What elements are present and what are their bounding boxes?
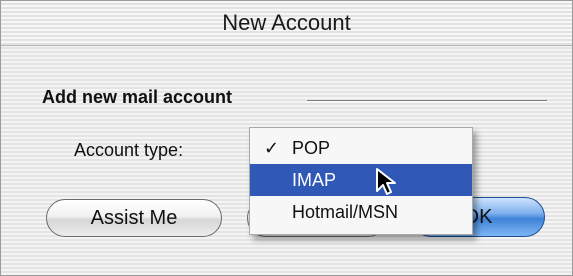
account-type-label: Account type:: [74, 140, 184, 160]
menu-item-label: POP: [292, 138, 331, 158]
checkmark-icon: ✓: [264, 138, 280, 158]
menu-item-imap[interactable]: IMAP: [250, 164, 472, 196]
section-divider: [307, 100, 547, 102]
account-type-popup-menu[interactable]: ✓ POP IMAP Hotmail/MSN: [249, 127, 473, 235]
assist-me-button[interactable]: Assist Me: [46, 199, 222, 237]
section-heading: Add new mail account: [42, 87, 233, 107]
menu-item-label: IMAP: [292, 170, 337, 190]
new-account-dialog: New Account Add new mail account Account…: [0, 0, 573, 276]
menu-item-label: Hotmail/MSN: [292, 202, 399, 222]
menu-item-pop[interactable]: ✓ POP: [250, 132, 472, 164]
window-title: New Account: [1, 1, 572, 46]
menu-item-hotmail-msn[interactable]: Hotmail/MSN: [250, 196, 472, 228]
mouse-cursor-icon: [376, 168, 396, 195]
